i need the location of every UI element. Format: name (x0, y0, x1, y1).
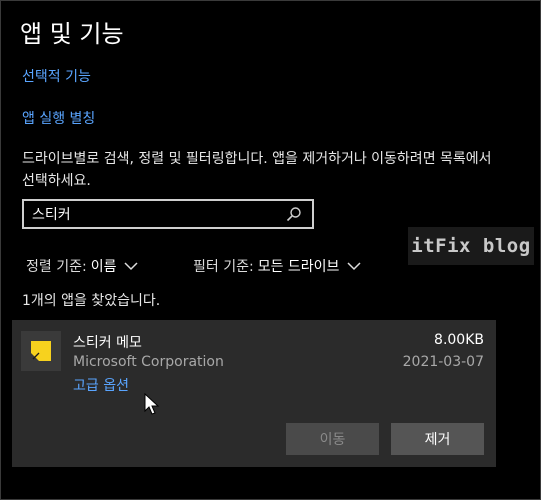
page-title: 앱 및 기능 (20, 20, 124, 48)
search-icon[interactable] (284, 204, 304, 224)
uninstall-button[interactable]: 제거 (391, 423, 484, 455)
sticky-notes-icon (21, 331, 61, 371)
optional-features-link[interactable]: 선택적 기능 (22, 66, 91, 86)
advanced-options-link[interactable]: 고급 옵션 (73, 375, 129, 395)
sort-dropdown[interactable]: 정렬 기준: 이름 (26, 256, 138, 276)
move-button[interactable]: 이동 (286, 423, 379, 455)
sort-label: 정렬 기준: (26, 259, 87, 275)
filter-dropdown[interactable]: 필터 기준: 모든 드라이브 (193, 256, 361, 276)
search-input[interactable] (32, 206, 284, 222)
chevron-down-icon (124, 261, 138, 271)
result-count: 1개의 앱을 찾았습니다. (22, 293, 161, 309)
app-name: 스티커 메모 (73, 335, 142, 351)
app-size: 8.00KB (434, 332, 484, 348)
filter-value: 모든 드라이브 (257, 259, 340, 275)
mouse-pointer-icon (144, 392, 160, 421)
description-text: 드라이브별로 검색, 정렬 및 필터링합니다. 앱을 제거하거나 이동하려면 목… (22, 151, 492, 189)
watermark: itFix blog (408, 227, 534, 265)
sort-value: 이름 (90, 259, 117, 275)
search-box[interactable] (22, 199, 314, 229)
chevron-down-icon (347, 261, 361, 271)
app-publisher: Microsoft Corporation (73, 354, 224, 370)
filter-label: 필터 기준: (193, 259, 254, 275)
app-list-item[interactable]: 스티커 메모 Microsoft Corporation 고급 옵션 8.00K… (12, 320, 496, 467)
app-install-date: 2021-03-07 (402, 354, 484, 370)
app-execution-aliases-link[interactable]: 앱 실행 별칭 (22, 108, 95, 128)
